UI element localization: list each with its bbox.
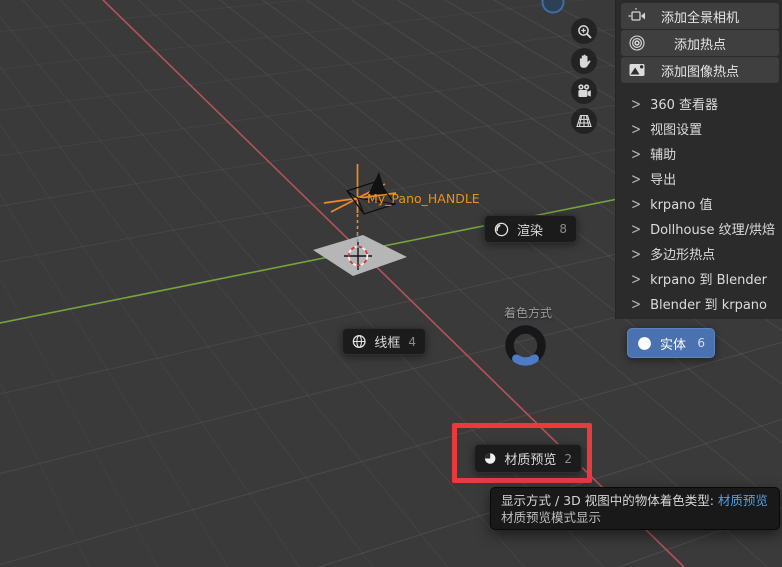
button-label: 添加图像热点	[660, 64, 739, 80]
pie-ring-highlight-arc	[512, 354, 539, 366]
pie-item-hotkey: 4	[408, 334, 416, 349]
chevron-right-icon: >	[631, 169, 642, 188]
chevron-right-icon: >	[631, 144, 642, 163]
magnifier-plus-icon	[577, 24, 591, 38]
hand-icon	[579, 54, 590, 68]
pan-button[interactable]	[571, 48, 597, 74]
chevron-right-icon: >	[631, 119, 642, 138]
add-hotspot-button[interactable]: 添加热点	[621, 30, 779, 56]
zoom-button[interactable]	[571, 18, 597, 44]
sidebar-section-dollhouse-bake[interactable]: > Dollhouse 纹理/烘焙	[616, 216, 782, 241]
pie-item-hotkey: 8	[559, 222, 567, 236]
panorama-camera-icon	[628, 8, 645, 21]
sidebar-section-polygon-hotspot[interactable]: > 多边形热点	[616, 241, 782, 266]
pie-item-label: 实体	[660, 337, 687, 353]
object-label: My_Pano_HANDLE	[367, 191, 480, 206]
sidebar-section-krpano-values[interactable]: > krpano 值	[616, 191, 782, 216]
add-image-hotspot-button[interactable]: 添加图像热点	[621, 57, 779, 83]
sidebar-section-blender-to-krpano[interactable]: > Blender 到 krpano	[616, 291, 782, 316]
button-label: 添加全景相机	[660, 10, 739, 26]
tooltip: 显示方式 / 3D 视图中的物体着色类型: 材质预览 材质预览模式显示	[490, 487, 780, 530]
annotation-highlight-box	[452, 423, 592, 483]
chevron-right-icon: >	[631, 194, 642, 213]
nav-gizmo-axis-ball[interactable]	[541, 0, 565, 14]
sidebar-section-view-settings[interactable]: > 视图设置	[616, 116, 782, 141]
render-sphere-icon	[494, 222, 509, 236]
pie-item-label: 渲染	[517, 223, 544, 239]
pie-item-label: 线框	[374, 336, 401, 351]
tooltip-line1: 显示方式 / 3D 视图中的物体着色类型: 材质预览	[501, 493, 768, 508]
camera-view-button[interactable]	[571, 78, 597, 104]
button-label: 添加热点	[673, 37, 726, 53]
sidebar-section-assist[interactable]: > 辅助	[616, 141, 782, 166]
solid-sphere-icon	[638, 336, 651, 350]
chevron-right-icon: >	[631, 94, 642, 113]
pie-item-solid[interactable]: 实体 6	[627, 328, 715, 358]
sidebar-section-krpano-to-blender[interactable]: > krpano 到 Blender	[616, 266, 782, 291]
image-hotspot-icon	[629, 64, 645, 76]
blender-3d-viewport-window: My_Pano_HANDLE 渲染 8 线框 4 实体 6 材质预览 2 着色方…	[0, 0, 782, 567]
chevron-right-icon: >	[631, 294, 642, 313]
add-panorama-camera-button[interactable]: 添加全景相机	[621, 3, 779, 29]
pie-item-wireframe[interactable]: 线框 4	[342, 328, 426, 355]
perspective-toggle-button[interactable]	[571, 108, 597, 134]
sidebar-section-360-viewer[interactable]: >360 查看器	[616, 91, 782, 116]
grid-sphere-icon	[576, 114, 592, 128]
sidebar-section-export[interactable]: > 导出	[616, 166, 782, 191]
hotspot-icon	[629, 35, 645, 51]
wireframe-sphere-icon	[352, 335, 366, 348]
pie-center-label: 着色方式	[503, 306, 552, 320]
chevron-right-icon: >	[631, 219, 642, 238]
pie-item-rendered[interactable]: 渲染 8	[484, 215, 577, 243]
pie-direction-ring	[505, 325, 546, 366]
chevron-right-icon: >	[631, 244, 642, 263]
pie-item-hotkey: 6	[697, 336, 705, 350]
movie-camera-icon	[578, 84, 591, 97]
tooltip-line2: 材质预览模式显示	[501, 510, 602, 525]
chevron-right-icon: >	[631, 269, 642, 288]
sidebar-panel: 添加全景相机 添加热点 添加图像热点 >360 查看器 > 视图设置 > 辅助 > 导…	[615, 0, 782, 319]
tooltip-value: 材质预览	[717, 493, 768, 508]
